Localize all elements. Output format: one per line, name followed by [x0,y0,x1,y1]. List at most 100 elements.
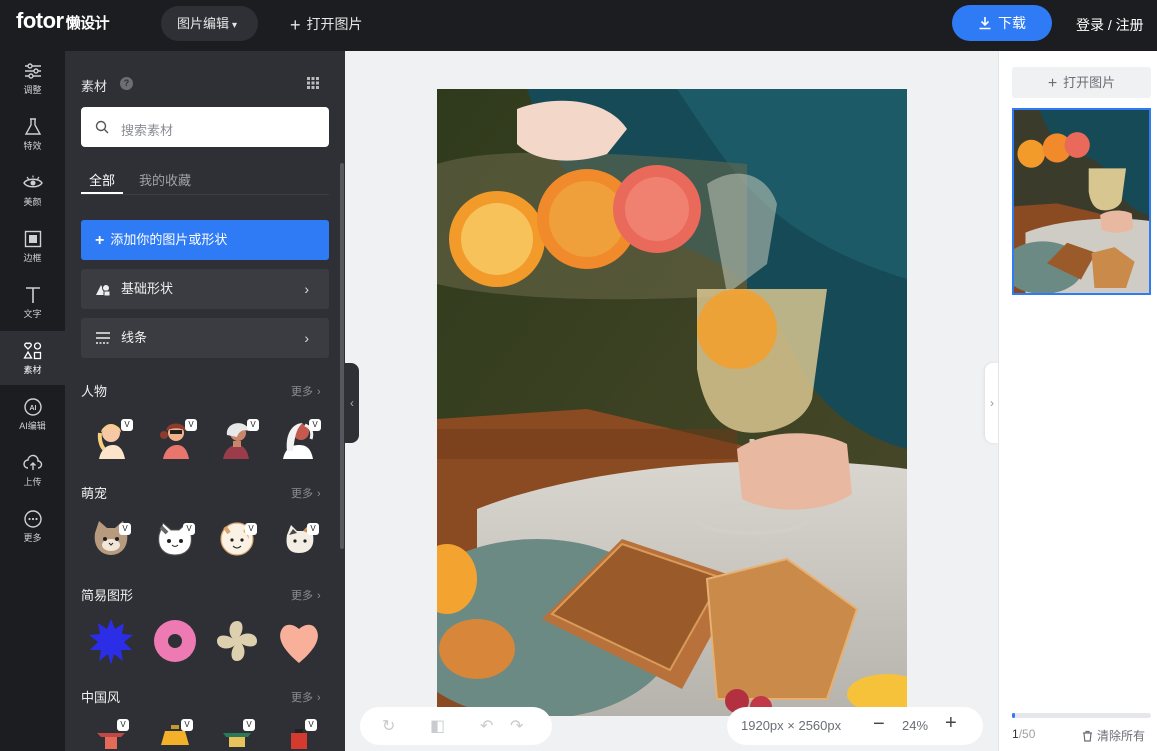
nav-label: 上传 [23,477,42,487]
pet-sticker[interactable]: V [213,513,261,561]
more-shapes-link[interactable]: 更多 › [291,587,321,603]
donut-shape-icon [154,620,196,662]
person-sticker[interactable]: V [213,411,261,459]
shape-sticker[interactable] [275,617,323,665]
download-button[interactable]: 下载 [952,5,1052,41]
nav-label: 边框 [23,253,42,263]
zoom-in-button[interactable]: + [945,712,957,735]
shapes-icon [22,342,41,360]
image-edit-menu[interactable]: 图片编辑 ▾ [161,6,258,41]
pet-sticker[interactable]: V [275,513,323,561]
nav-more[interactable]: 更多 [0,499,65,553]
shape-sticker[interactable] [87,617,135,665]
nav-label: 文字 [23,309,42,319]
chinese-sticker[interactable]: V [275,717,323,751]
zoom-level: 24% [902,718,929,733]
history-icon[interactable]: ↻ [382,716,395,736]
canvas-dimensions: 1920px × 2560px [741,718,842,733]
nav-adjust[interactable]: 调整 [0,51,65,105]
open-image-button-right[interactable]: + 打开图片 [1012,67,1151,98]
elements-panel: 素材 ? 搜索素材 全部 我的收藏 + 添加你的图片或形状 基础形状 › 线条 › 人… [65,51,345,751]
progress-fill [1012,713,1015,718]
more-pets-link[interactable]: 更多 › [291,485,321,501]
vip-badge: V [117,719,129,731]
text-icon [25,287,40,303]
pet-sticker[interactable]: V [87,513,135,561]
clear-all-button[interactable]: 清除所有 [1082,727,1145,744]
nav-text[interactable]: 文字 [0,275,65,329]
login-register-link[interactable]: 登录 / 注册 [1076,15,1144,35]
chevron-right-icon: › [304,330,309,346]
panel-scrollbar[interactable] [340,163,344,549]
nav-label: 素材 [23,365,42,375]
upload-icon [22,454,42,470]
tab-favorites[interactable]: 我的收藏 [139,170,191,189]
grid-view-icon[interactable] [307,77,319,89]
zoom-bar: 1920px × 2560px − 24% + [727,707,983,745]
image-thumbnail-selected[interactable] [1012,108,1151,295]
undo-icon[interactable]: ↶ [480,716,493,736]
redo-icon[interactable]: ↷ [510,716,523,736]
heart-blob-icon [280,624,318,663]
nav-ai-edit[interactable]: AI AI编辑 [0,387,65,441]
vip-badge: V [247,419,259,431]
lines-button[interactable]: 线条 › [81,318,329,358]
starburst-shape-icon [89,619,133,665]
help-icon[interactable]: ? [120,77,133,90]
eye-icon [22,175,43,188]
tab-all[interactable]: 全部 [89,170,115,189]
lines-icon [96,332,110,344]
person-sticker[interactable]: V [87,411,135,459]
vip-badge: V [185,419,197,431]
vip-badge: V [119,523,131,535]
upload-progress-bar [1012,713,1151,718]
history-toolbar: ↻ ◧ ↶ ↷ [360,707,552,745]
cat-face-icon [286,525,314,553]
section-title-simple-shapes: 简易图形 [81,588,134,603]
add-image-or-shape-button[interactable]: + 添加你的图片或形状 [81,220,329,260]
trash-icon [1083,730,1092,742]
person-sticker[interactable]: V [275,411,323,459]
pet-sticker[interactable]: V [151,513,199,561]
chinese-sticker[interactable]: V [151,717,199,751]
photo-image [437,89,907,716]
plus-icon: + [290,15,301,35]
expand-right-panel-button[interactable]: › [985,363,999,443]
shape-sticker[interactable] [213,617,261,665]
section-title-chinese-style: 中国风 [81,690,121,705]
search-icon [95,120,109,134]
nav-frames[interactable]: 边框 [0,219,65,273]
more-chinese-link[interactable]: 更多 › [291,689,321,705]
vip-badge: V [245,523,257,535]
nav-upload[interactable]: 上传 [0,443,65,497]
flower-shape-icon [217,621,257,661]
chinese-sticker[interactable]: V [87,717,135,751]
vip-badge: V [309,419,321,431]
nav-label: 特效 [23,141,42,151]
compare-icon[interactable]: ◧ [430,716,445,736]
frame-icon [24,230,41,248]
person-sticker[interactable]: V [151,411,199,459]
collapse-panel-button[interactable]: ‹ [345,363,359,443]
ai-icon: AI [23,398,42,416]
shape-sticker[interactable] [151,617,199,665]
nav-effects[interactable]: 特效 [0,107,65,161]
vip-badge: V [181,719,193,731]
nav-elements[interactable]: 素材 [0,331,65,385]
chinese-sticker[interactable]: V [213,717,261,751]
fotor-logo[interactable]: fotor 懒设计 [16,8,110,34]
vip-badge: V [183,523,195,535]
more-icon [23,510,42,528]
download-icon [979,17,991,30]
nav-beauty[interactable]: 美颜 [0,163,65,217]
svg-text:AI: AI [29,405,36,412]
search-input[interactable]: 搜索素材 [81,107,329,147]
canvas-photo[interactable] [437,89,907,716]
tab-divider [81,194,329,195]
zoom-out-button[interactable]: − [873,713,885,736]
vip-badge: V [307,523,319,535]
cat-face-icon [94,521,128,555]
open-image-button[interactable]: + 打开图片 [290,14,363,36]
basic-shapes-button[interactable]: 基础形状 › [81,269,329,309]
more-people-link[interactable]: 更多 › [291,383,321,399]
